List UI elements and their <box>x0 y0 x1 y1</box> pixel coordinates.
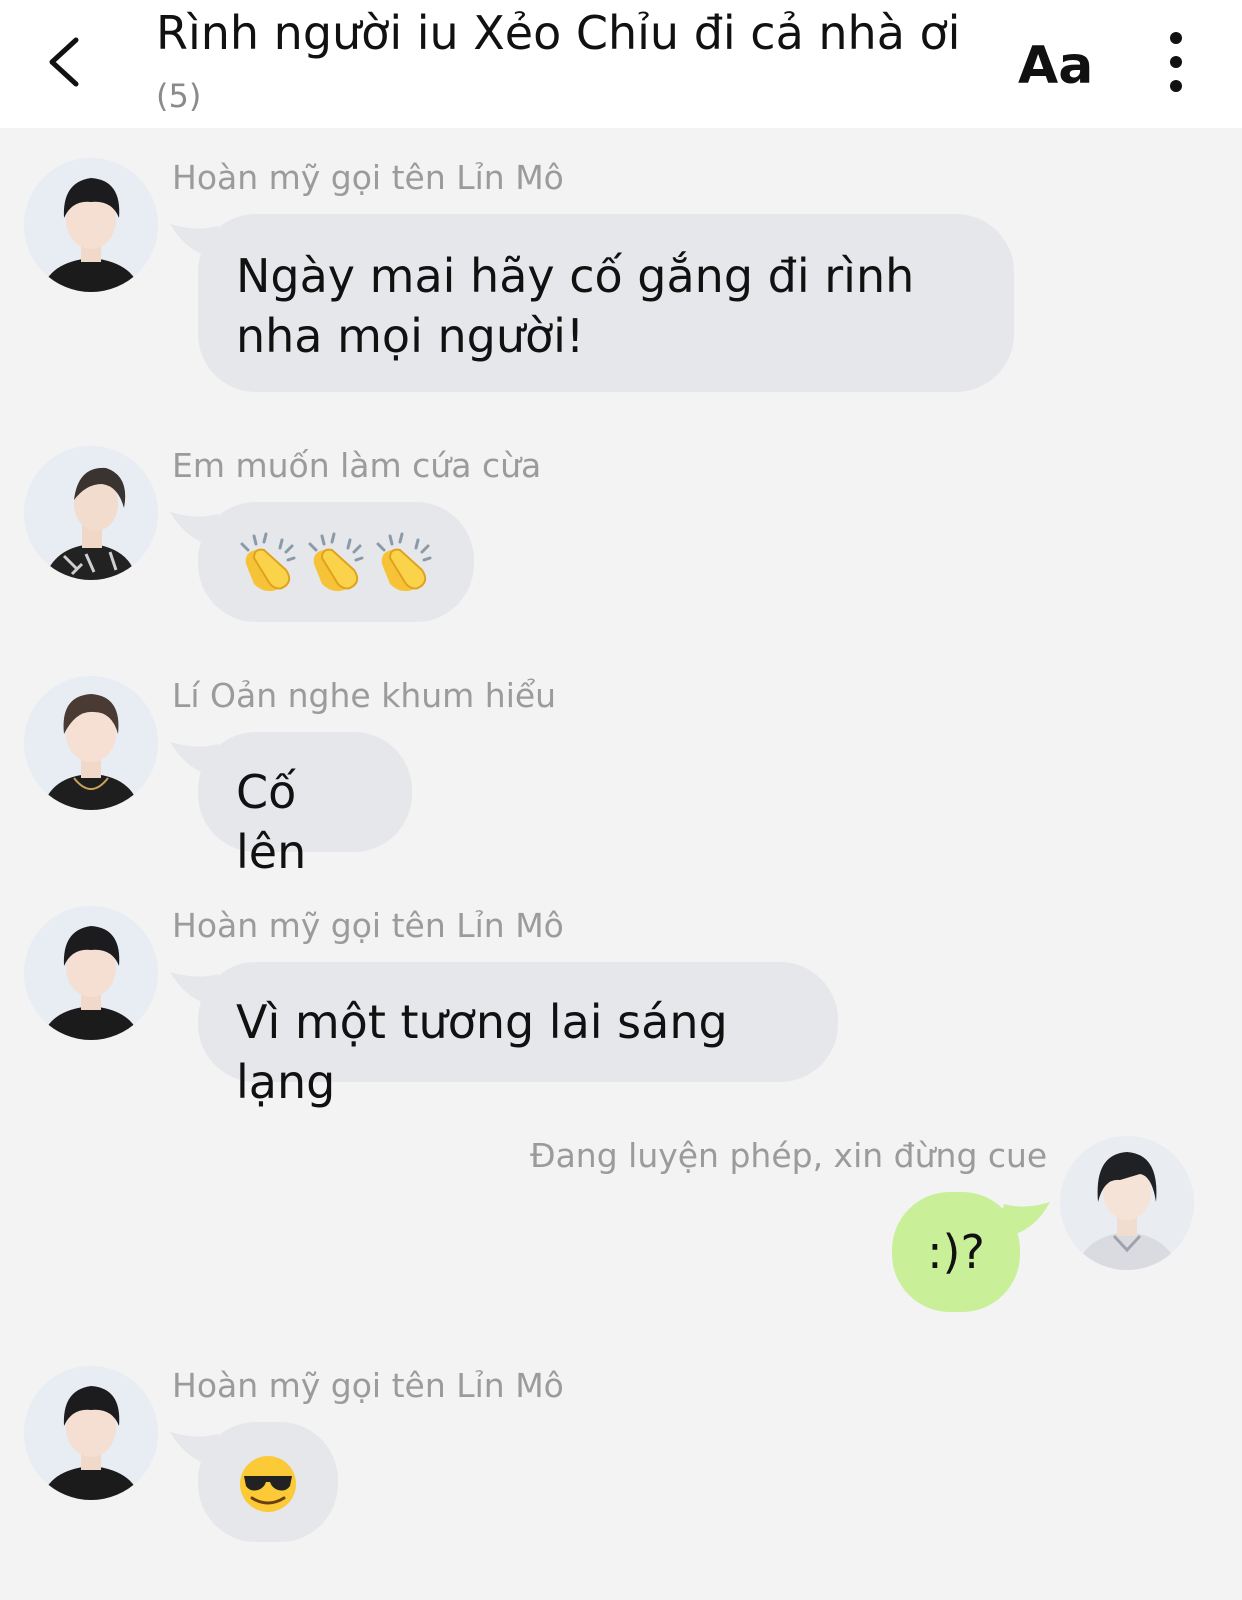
font-size-button[interactable]: Aa <box>1018 36 1093 96</box>
back-icon[interactable] <box>40 30 90 94</box>
clapping-hands-icon <box>240 532 296 592</box>
sunglasses-face-icon <box>240 1456 296 1512</box>
chat-header: Rình người iu Xẻo Chỉu đi cả nhà ơi (5) … <box>0 0 1242 128</box>
sender-name: Em muốn làm cứa cừa <box>172 446 542 485</box>
member-count: (5) <box>156 77 202 115</box>
sender-name: Hoàn mỹ gọi tên Lỉn Mô <box>172 906 564 945</box>
avatar[interactable] <box>1060 1136 1194 1270</box>
sender-name: Đang luyện phép, xin đừng cue <box>530 1136 1048 1175</box>
clapping-hands-icon <box>376 532 432 592</box>
message-bubble[interactable]: Vì một tương lai sáng lạng <box>198 962 838 1109</box>
avatar[interactable] <box>24 158 158 292</box>
avatar[interactable] <box>24 676 158 810</box>
clapping-hands-icon <box>308 532 364 592</box>
avatar[interactable] <box>24 906 158 1040</box>
message-bubble[interactable]: :)? <box>892 1192 1020 1312</box>
message-bubble[interactable]: Ngày mai hãy cố gắng đi rình nha mọi ngư… <box>198 214 1014 392</box>
avatar[interactable] <box>24 446 158 580</box>
more-options-icon[interactable] <box>1158 28 1194 100</box>
chat-title[interactable]: Rình người iu Xẻo Chỉu đi cả nhà ơi <box>156 4 966 62</box>
avatar[interactable] <box>24 1366 158 1500</box>
sender-name: Hoàn mỹ gọi tên Lỉn Mô <box>172 1366 564 1405</box>
message-bubble[interactable]: Cố lên <box>198 732 412 879</box>
sender-name: Hoàn mỹ gọi tên Lỉn Mô <box>172 158 564 197</box>
sender-name: Lí Oản nghe khum hiểu <box>172 676 557 715</box>
